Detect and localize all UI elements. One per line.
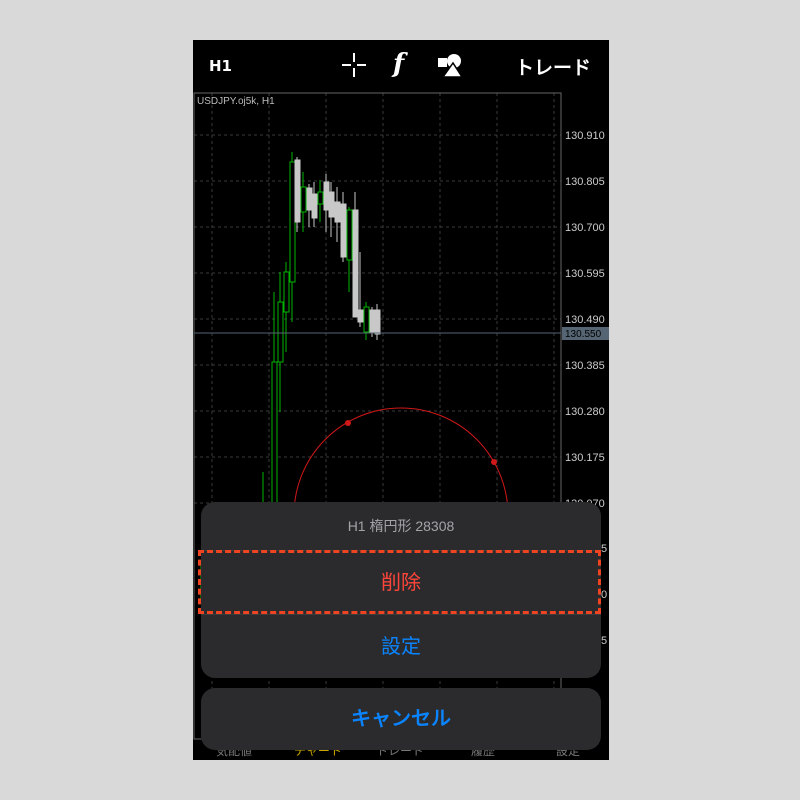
action-sheet-overlay: H1 楕円形 28308 削除 設定 キャンセル 5 0 5: [0, 0, 800, 800]
action-sheet-title: H1 楕円形 28308: [347, 518, 455, 534]
partial-tick-label: 5: [601, 635, 608, 647]
delete-highlight-marker: [198, 550, 601, 614]
partial-tick-label: 5: [601, 543, 608, 555]
cancel-button[interactable]: キャンセル: [201, 688, 601, 750]
settings-button[interactable]: 設定: [201, 614, 601, 678]
partial-tick-label: 0: [601, 589, 608, 601]
